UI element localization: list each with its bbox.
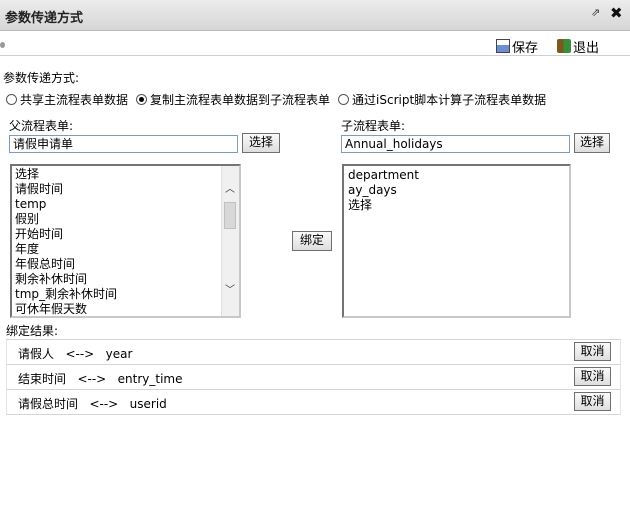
- binding-row: 结束时间 <--> entry_time 取消: [6, 365, 621, 390]
- mode-label: 参数传递方式:: [3, 71, 80, 85]
- mode-option-label: 复制主流程表单数据到子流程表单: [150, 93, 331, 107]
- mode-option-label: 通过iScript脚本计算子流程表单数据: [352, 93, 547, 107]
- parent-form-label: 父流程表单:: [9, 119, 74, 133]
- collapse-grip-icon[interactable]: [0, 42, 5, 48]
- parent-field-item[interactable]: tmp_剩余补休时间: [12, 287, 222, 302]
- child-form-input[interactable]: Annual_holidays: [341, 135, 570, 153]
- bind-button[interactable]: 绑定: [292, 231, 332, 251]
- binding-text: 请假总时间 <--> userid: [18, 397, 167, 411]
- cancel-binding-button[interactable]: 取消: [574, 342, 611, 361]
- window-title: 参数传递方式: [5, 11, 84, 26]
- parent-field-item[interactable]: temp: [12, 197, 222, 212]
- exit-icon: [557, 39, 571, 53]
- parent-field-item[interactable]: 假别: [12, 212, 222, 227]
- radio-copy[interactable]: [136, 94, 148, 105]
- child-field-item[interactable]: 选择: [345, 198, 567, 213]
- bind-results-label: 绑定结果:: [6, 324, 59, 338]
- scroll-thumb[interactable]: [224, 202, 236, 229]
- child-field-item[interactable]: department: [345, 168, 567, 183]
- binding-text: 请假人 <--> year: [18, 347, 133, 361]
- child-form-label: 子流程表单:: [341, 119, 406, 133]
- child-select-button[interactable]: 选择: [574, 133, 610, 153]
- parent-form-input[interactable]: 请假申请单: [9, 135, 238, 153]
- child-field-list[interactable]: department ay_days 选择: [342, 164, 571, 318]
- popout-icon[interactable]: ⇗: [591, 6, 603, 20]
- close-icon[interactable]: ✖: [610, 5, 623, 21]
- title-bar: 参数传递方式 ⇗ ✖: [0, 0, 630, 31]
- scroll-up-icon[interactable]: ︿: [225, 185, 235, 195]
- parent-field-item[interactable]: 年假总时间: [12, 257, 222, 272]
- parent-field-item[interactable]: 剩余补休时间: [12, 272, 222, 287]
- radio-shared[interactable]: [6, 94, 17, 105]
- mode-option-copy[interactable]: 复制主流程表单数据到子流程表单: [136, 91, 330, 108]
- save-button[interactable]: 保存: [496, 37, 539, 56]
- save-label: 保存: [512, 40, 539, 56]
- mode-option-shared[interactable]: 共享主流程表单数据: [6, 91, 128, 108]
- exit-label: 退出: [573, 40, 600, 56]
- parent-field-item[interactable]: 可休年假天数: [12, 302, 222, 316]
- binding-text: 结束时间 <--> entry_time: [18, 372, 183, 386]
- parent-field-list[interactable]: 选择 请假时间 temp 假别 开始时间 年度 年假总时间 剩余补休时间 tmp_剩余补休时间可…: [10, 164, 241, 318]
- parent-field-item[interactable]: 请假时间: [12, 182, 222, 197]
- mode-radio-group: 共享主流程表单数据 复制主流程表单数据到子流程表单 通过iScript脚本计算子…: [6, 91, 554, 108]
- parent-field-item[interactable]: 选择: [12, 167, 222, 182]
- parent-field-item[interactable]: 年度: [12, 242, 222, 257]
- child-field-item[interactable]: ay_days: [345, 183, 567, 198]
- mode-option-label: 共享主流程表单数据: [20, 93, 129, 107]
- parent-select-button[interactable]: 选择: [242, 133, 280, 153]
- cancel-binding-button[interactable]: 取消: [574, 392, 611, 411]
- parent-field-item[interactable]: 开始时间: [12, 227, 222, 242]
- save-icon: [496, 39, 510, 53]
- cancel-binding-button[interactable]: 取消: [574, 367, 611, 386]
- binding-row: 请假人 <--> year 取消: [6, 340, 621, 365]
- bind-results-table: 请假人 <--> year 取消 结束时间 <--> entry_time 取消 请假总…: [6, 339, 621, 415]
- radio-iscript[interactable]: [338, 94, 350, 105]
- parent-list-scrollbar[interactable]: ︿ ﹀: [221, 166, 239, 316]
- toolbar-divider: [0, 55, 630, 56]
- binding-row: 请假总时间 <--> userid 取消: [6, 390, 621, 415]
- mode-option-iscript[interactable]: 通过iScript脚本计算子流程表单数据: [338, 91, 546, 108]
- scroll-down-icon[interactable]: ﹀: [225, 286, 235, 296]
- exit-button[interactable]: 退出: [557, 37, 600, 56]
